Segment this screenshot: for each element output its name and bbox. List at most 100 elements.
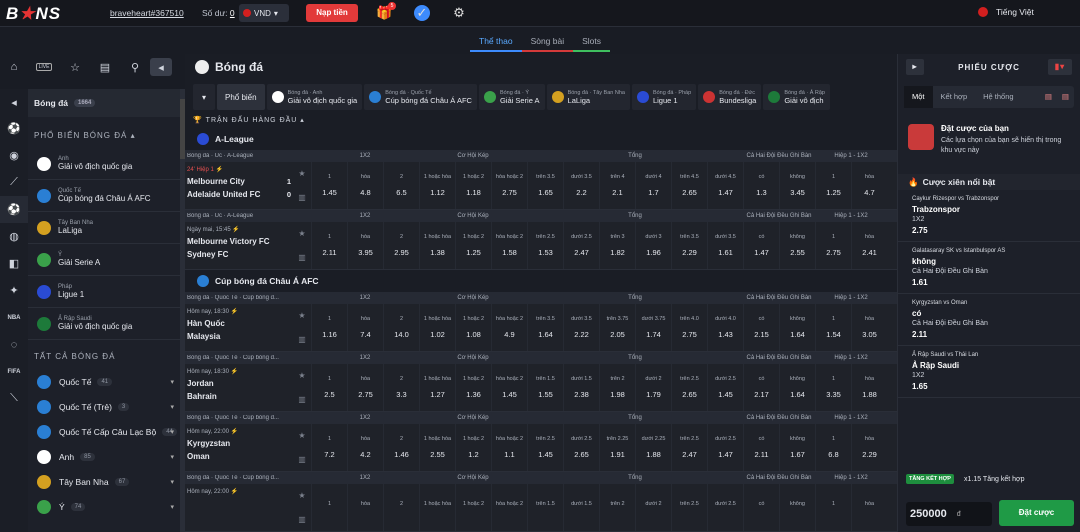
league-group-item[interactable]: Quốc Tế Cấp Câu Lạc Bộ 44 ▾ [28,419,180,444]
odd-cell[interactable]: 1 2.5 [311,364,347,411]
fifa-icon[interactable]: FIFA [0,358,28,385]
tennis-icon[interactable]: ◍ [0,223,28,250]
league-header[interactable]: A-League [185,128,897,150]
league-header[interactable]: Cúp bóng đá Châu Á AFC [185,270,897,292]
odd-cell[interactable]: dưới 4 1.7 [635,162,671,209]
odd-cell[interactable]: dưới 2.5 1.47 [707,424,743,471]
odd-cell[interactable]: hòa 2.41 [851,222,887,269]
odd-cell[interactable]: trên 1.5 1.55 [527,364,563,411]
odd-cell[interactable]: trên 2.5 [671,484,707,531]
odd-cell[interactable]: hòa hoặc 2 1.45 [491,364,527,411]
username-link[interactable]: braveheart#367510 [110,8,184,18]
stats-icon[interactable]: ▥ [298,455,306,464]
odd-cell[interactable]: 1 1.45 [311,162,347,209]
odd-cell[interactable]: 1 hoặc hòa 1.02 [419,304,455,351]
odd-cell[interactable]: có 2.15 [743,304,779,351]
odd-cell[interactable]: hòa 3.95 [347,222,383,269]
home-icon[interactable]: ⌂ [0,54,28,81]
odd-cell[interactable]: hòa 4.2 [347,424,383,471]
odd-cell[interactable]: 1 hoặc hòa 2.55 [419,424,455,471]
stake-input[interactable]: 250000 đ [906,502,992,526]
popular-league-item[interactable]: Quốc Tế Cúp bóng đá Châu Á AFC [28,180,180,212]
odd-cell[interactable]: hòa hoặc 2 4.9 [491,304,527,351]
league-chip[interactable]: Bóng đá · Tây Ban Nha LaLiga [546,84,630,110]
promo-icon[interactable]: ✓ [414,5,430,21]
collapse-icon[interactable]: ◂ [150,58,172,76]
odd-cell[interactable]: trên 1.5 [527,484,563,531]
odd-cell[interactable]: 1 1.54 [815,304,851,351]
favorite-star-icon[interactable]: ★ [298,491,305,500]
featured-pick[interactable]: Ả Rập Saudi vs Thái Lan Ả Rập Saudi 1X2 1.6… [898,346,1080,398]
odd-cell[interactable]: hòa hoặc 2 2.75 [491,162,527,209]
odd-cell[interactable]: dưới 3.5 2.2 [563,162,599,209]
league-chip[interactable]: Bóng đá · Anh Giải vô địch quốc gia [266,84,363,110]
match-row[interactable]: Hôm nay, 22:00 ⚡ ★ ▥ 1 hòa 2 1 hoặc hòa 1 hoặc … [185,484,897,532]
odd-cell[interactable]: dưới 2.5 2.65 [563,424,599,471]
panel-title[interactable]: Bóng đá 1664 [28,89,180,117]
league-group-item[interactable]: Quốc Tế (Trẻ) 3 ▾ [28,394,180,419]
odd-cell[interactable]: 1 hoặc 2 1.2 [455,424,491,471]
odd-cell[interactable]: 1 2.11 [311,222,347,269]
odd-cell[interactable]: dưới 2.25 1.88 [635,424,671,471]
odd-cell[interactable]: trên 3.5 1.64 [527,304,563,351]
odd-cell[interactable]: có 1.47 [743,222,779,269]
match-row[interactable]: Hôm nay, 22:00 ⚡ Kyrgyzstan Oman ★ ▥ 1 7.2 hòa 4… [185,424,897,472]
odd-cell[interactable]: có 1.3 [743,162,779,209]
odd-cell[interactable]: hòa 7.4 [347,304,383,351]
language-select[interactable]: Tiếng Việt [978,7,1034,17]
odd-cell[interactable]: 1 hoặc 2 1.25 [455,222,491,269]
odd-cell[interactable]: 1 [815,484,851,531]
match-row[interactable]: Hôm nay, 18:30 ⚡ Jordan Bahrain ★ ▥ 1 2.5 hòa 2.… [185,364,897,412]
odd-cell[interactable]: dưới 2.5 1.45 [707,364,743,411]
odd-cell[interactable]: 1 7.2 [311,424,347,471]
gear-icon[interactable]: ⚙ [451,5,467,21]
odd-cell[interactable]: trên 4.0 2.75 [671,304,707,351]
favorite-star-icon[interactable]: ★ [298,169,305,178]
odd-cell[interactable]: trên 2 [599,484,635,531]
stats-icon[interactable]: ▥ [298,253,306,262]
odd-cell[interactable]: trên 3.75 2.05 [599,304,635,351]
odd-cell[interactable]: 2 3.3 [383,364,419,411]
odd-cell[interactable]: 2 14.0 [383,304,419,351]
popular-league-item[interactable]: Ả Rập Saudi Giải vô địch quốc gia [28,308,180,340]
stats-icon[interactable]: ▥ [298,335,306,344]
popular-league-item[interactable]: Pháp Ligue 1 [28,276,180,308]
odd-cell[interactable]: 1 hoặc 2 [455,484,491,531]
favorite-star-icon[interactable]: ★ [298,311,305,320]
odd-cell[interactable]: 2 2.95 [383,222,419,269]
star-icon[interactable]: ☆ [60,54,90,81]
favorite-star-icon[interactable]: ★ [298,431,305,440]
odd-cell[interactable]: dưới 2.5 2.47 [563,222,599,269]
odd-cell[interactable]: 1 6.8 [815,424,851,471]
odd-cell[interactable]: hòa [851,484,887,531]
odd-cell[interactable]: trên 2.25 1.91 [599,424,635,471]
expand-icon[interactable]: ▸ [906,59,924,75]
popular-heading[interactable]: PHỔ BIẾN BÓNG ĐÁ ▴ [28,117,180,148]
odd-cell[interactable]: 2 [383,484,419,531]
odd-cell[interactable]: 1 hoặc hòa 1.38 [419,222,455,269]
volleyball-icon[interactable]: ◌ [0,331,28,358]
odd-cell[interactable]: dưới 1.5 [563,484,599,531]
odd-cell[interactable]: không 2.55 [779,222,815,269]
logo[interactable]: B★NS [6,4,61,24]
search-icon[interactable]: ⚲ [120,54,150,81]
odd-cell[interactable]: trên 3 1.82 [599,222,635,269]
odd-cell[interactable]: dưới 2 1.79 [635,364,671,411]
odd-cell[interactable]: 1 hoặc hòa 1.12 [419,162,455,209]
odd-cell[interactable]: 2 1.46 [383,424,419,471]
odd-cell[interactable]: hòa hoặc 2 1.58 [491,222,527,269]
league-chip[interactable]: Bóng đá · Pháp Ligue 1 [631,84,697,110]
stats-icon[interactable]: ▥ [298,515,306,524]
deposit-button[interactable]: Nạp tiền [306,4,358,22]
league-group-item[interactable]: Tây Ban Nha 67 ▾ [28,469,180,494]
odd-cell[interactable]: trên 2.5 2.47 [671,424,707,471]
featured-pick[interactable]: Caykur Rizespor vs Trabzonspor Trabzonspo… [898,190,1080,242]
odd-cell[interactable]: có 2.17 [743,364,779,411]
odd-cell[interactable]: 1 [311,484,347,531]
currency-select[interactable]: VND ▾ [239,4,289,22]
tab-casino[interactable]: Sòng bài [521,34,574,52]
odd-cell[interactable]: 1 2.75 [815,222,851,269]
tab-combo[interactable]: Kết hợp [933,86,976,108]
odd-cell[interactable]: 1 hoặc 2 1.36 [455,364,491,411]
match-row[interactable]: Ngày mai, 15:45 ⚡ Melbourne Victory FC Syd… [185,222,897,270]
